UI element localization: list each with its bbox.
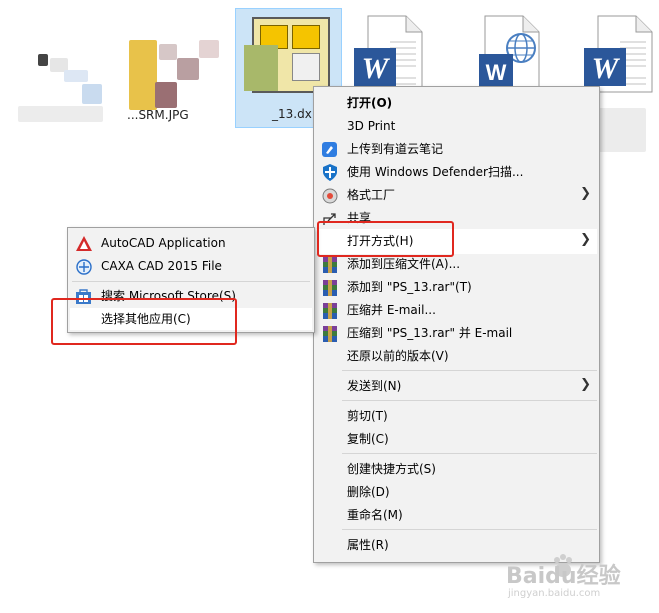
youdao-note-icon bbox=[321, 141, 338, 158]
menu-item-open[interactable]: 打开(O) bbox=[314, 92, 599, 114]
menu-item-compress-email[interactable]: 压缩并 E-mail... bbox=[314, 299, 599, 321]
menu-item-upload-youdao[interactable]: 上传到有道云笔记 bbox=[314, 138, 599, 160]
jpg-file-icon bbox=[129, 40, 157, 110]
format-factory-icon bbox=[321, 187, 338, 204]
winrar-icon bbox=[321, 325, 338, 342]
desktop-file-jpg[interactable]: ...SRM.JPG bbox=[125, 36, 225, 126]
blurred-file-icon bbox=[38, 54, 48, 66]
submenu-item-caxa[interactable]: CAXA CAD 2015 File bbox=[68, 255, 314, 277]
menu-item-compress-to-ps13-email[interactable]: 压缩到 "PS_13.rar" 并 E-mail bbox=[314, 322, 599, 344]
menu-item-copy[interactable]: 复制(C) bbox=[314, 428, 599, 450]
menu-item-send-to[interactable]: 发送到(N) ❯ bbox=[314, 375, 599, 397]
menu-item-rename[interactable]: 重命名(M) bbox=[314, 504, 599, 526]
menu-item-create-shortcut[interactable]: 创建快捷方式(S) bbox=[314, 458, 599, 480]
menu-separator bbox=[342, 529, 597, 530]
svg-text:W: W bbox=[486, 60, 507, 85]
winrar-icon bbox=[321, 279, 338, 296]
magnifier-overlay-icon bbox=[82, 84, 102, 104]
desktop-file-1[interactable] bbox=[18, 30, 108, 125]
autocad-icon bbox=[75, 235, 92, 252]
svg-text:W: W bbox=[592, 52, 621, 85]
menu-item-format-factory[interactable]: 格式工厂 ❯ bbox=[314, 184, 599, 206]
word-document-icon: W bbox=[584, 15, 653, 93]
svg-text:W: W bbox=[362, 52, 391, 85]
menu-separator bbox=[342, 370, 597, 371]
dxf-file-icon bbox=[244, 17, 330, 93]
menu-separator bbox=[342, 400, 597, 401]
menu-separator bbox=[72, 281, 310, 282]
highlight-box-open-with bbox=[317, 221, 454, 257]
winrar-icon bbox=[321, 256, 338, 273]
menu-item-defender-scan[interactable]: 使用 Windows Defender扫描... bbox=[314, 161, 599, 183]
watermark-url: jingyan.baidu.com bbox=[508, 588, 601, 599]
word-document-icon: W bbox=[354, 15, 423, 93]
context-menu: 打开(O) 3D Print 上传到有道云笔记 使用 Windows Defen… bbox=[313, 86, 600, 563]
chevron-right-icon: ❯ bbox=[580, 186, 591, 201]
menu-item-3d-print[interactable]: 3D Print bbox=[314, 115, 599, 137]
menu-item-restore-previous[interactable]: 还原以前的版本(V) bbox=[314, 345, 599, 367]
desktop-file-word-2[interactable]: W bbox=[580, 14, 659, 152]
windows-defender-icon bbox=[321, 164, 338, 181]
chevron-right-icon: ❯ bbox=[580, 232, 591, 247]
chevron-right-icon: ❯ bbox=[580, 377, 591, 392]
menu-item-cut[interactable]: 剪切(T) bbox=[314, 405, 599, 427]
desktop-file-word-web[interactable]: W bbox=[475, 14, 555, 94]
watermark-text: Baidu经验 bbox=[506, 564, 621, 589]
highlight-box-choose-other-app bbox=[51, 298, 237, 345]
menu-item-add-to-ps13-rar[interactable]: 添加到 "PS_13.rar"(T) bbox=[314, 276, 599, 298]
desktop-file-word-1[interactable]: W bbox=[350, 14, 430, 94]
baidu-watermark: Baidu经验 jingyan.baidu.com bbox=[500, 540, 655, 610]
word-web-document-icon: W bbox=[479, 15, 540, 93]
menu-item-delete[interactable]: 删除(D) bbox=[314, 481, 599, 503]
menu-separator bbox=[342, 453, 597, 454]
caxa-cad-icon bbox=[75, 258, 92, 275]
submenu-item-autocad[interactable]: AutoCAD Application bbox=[68, 232, 314, 254]
winrar-icon bbox=[321, 302, 338, 319]
